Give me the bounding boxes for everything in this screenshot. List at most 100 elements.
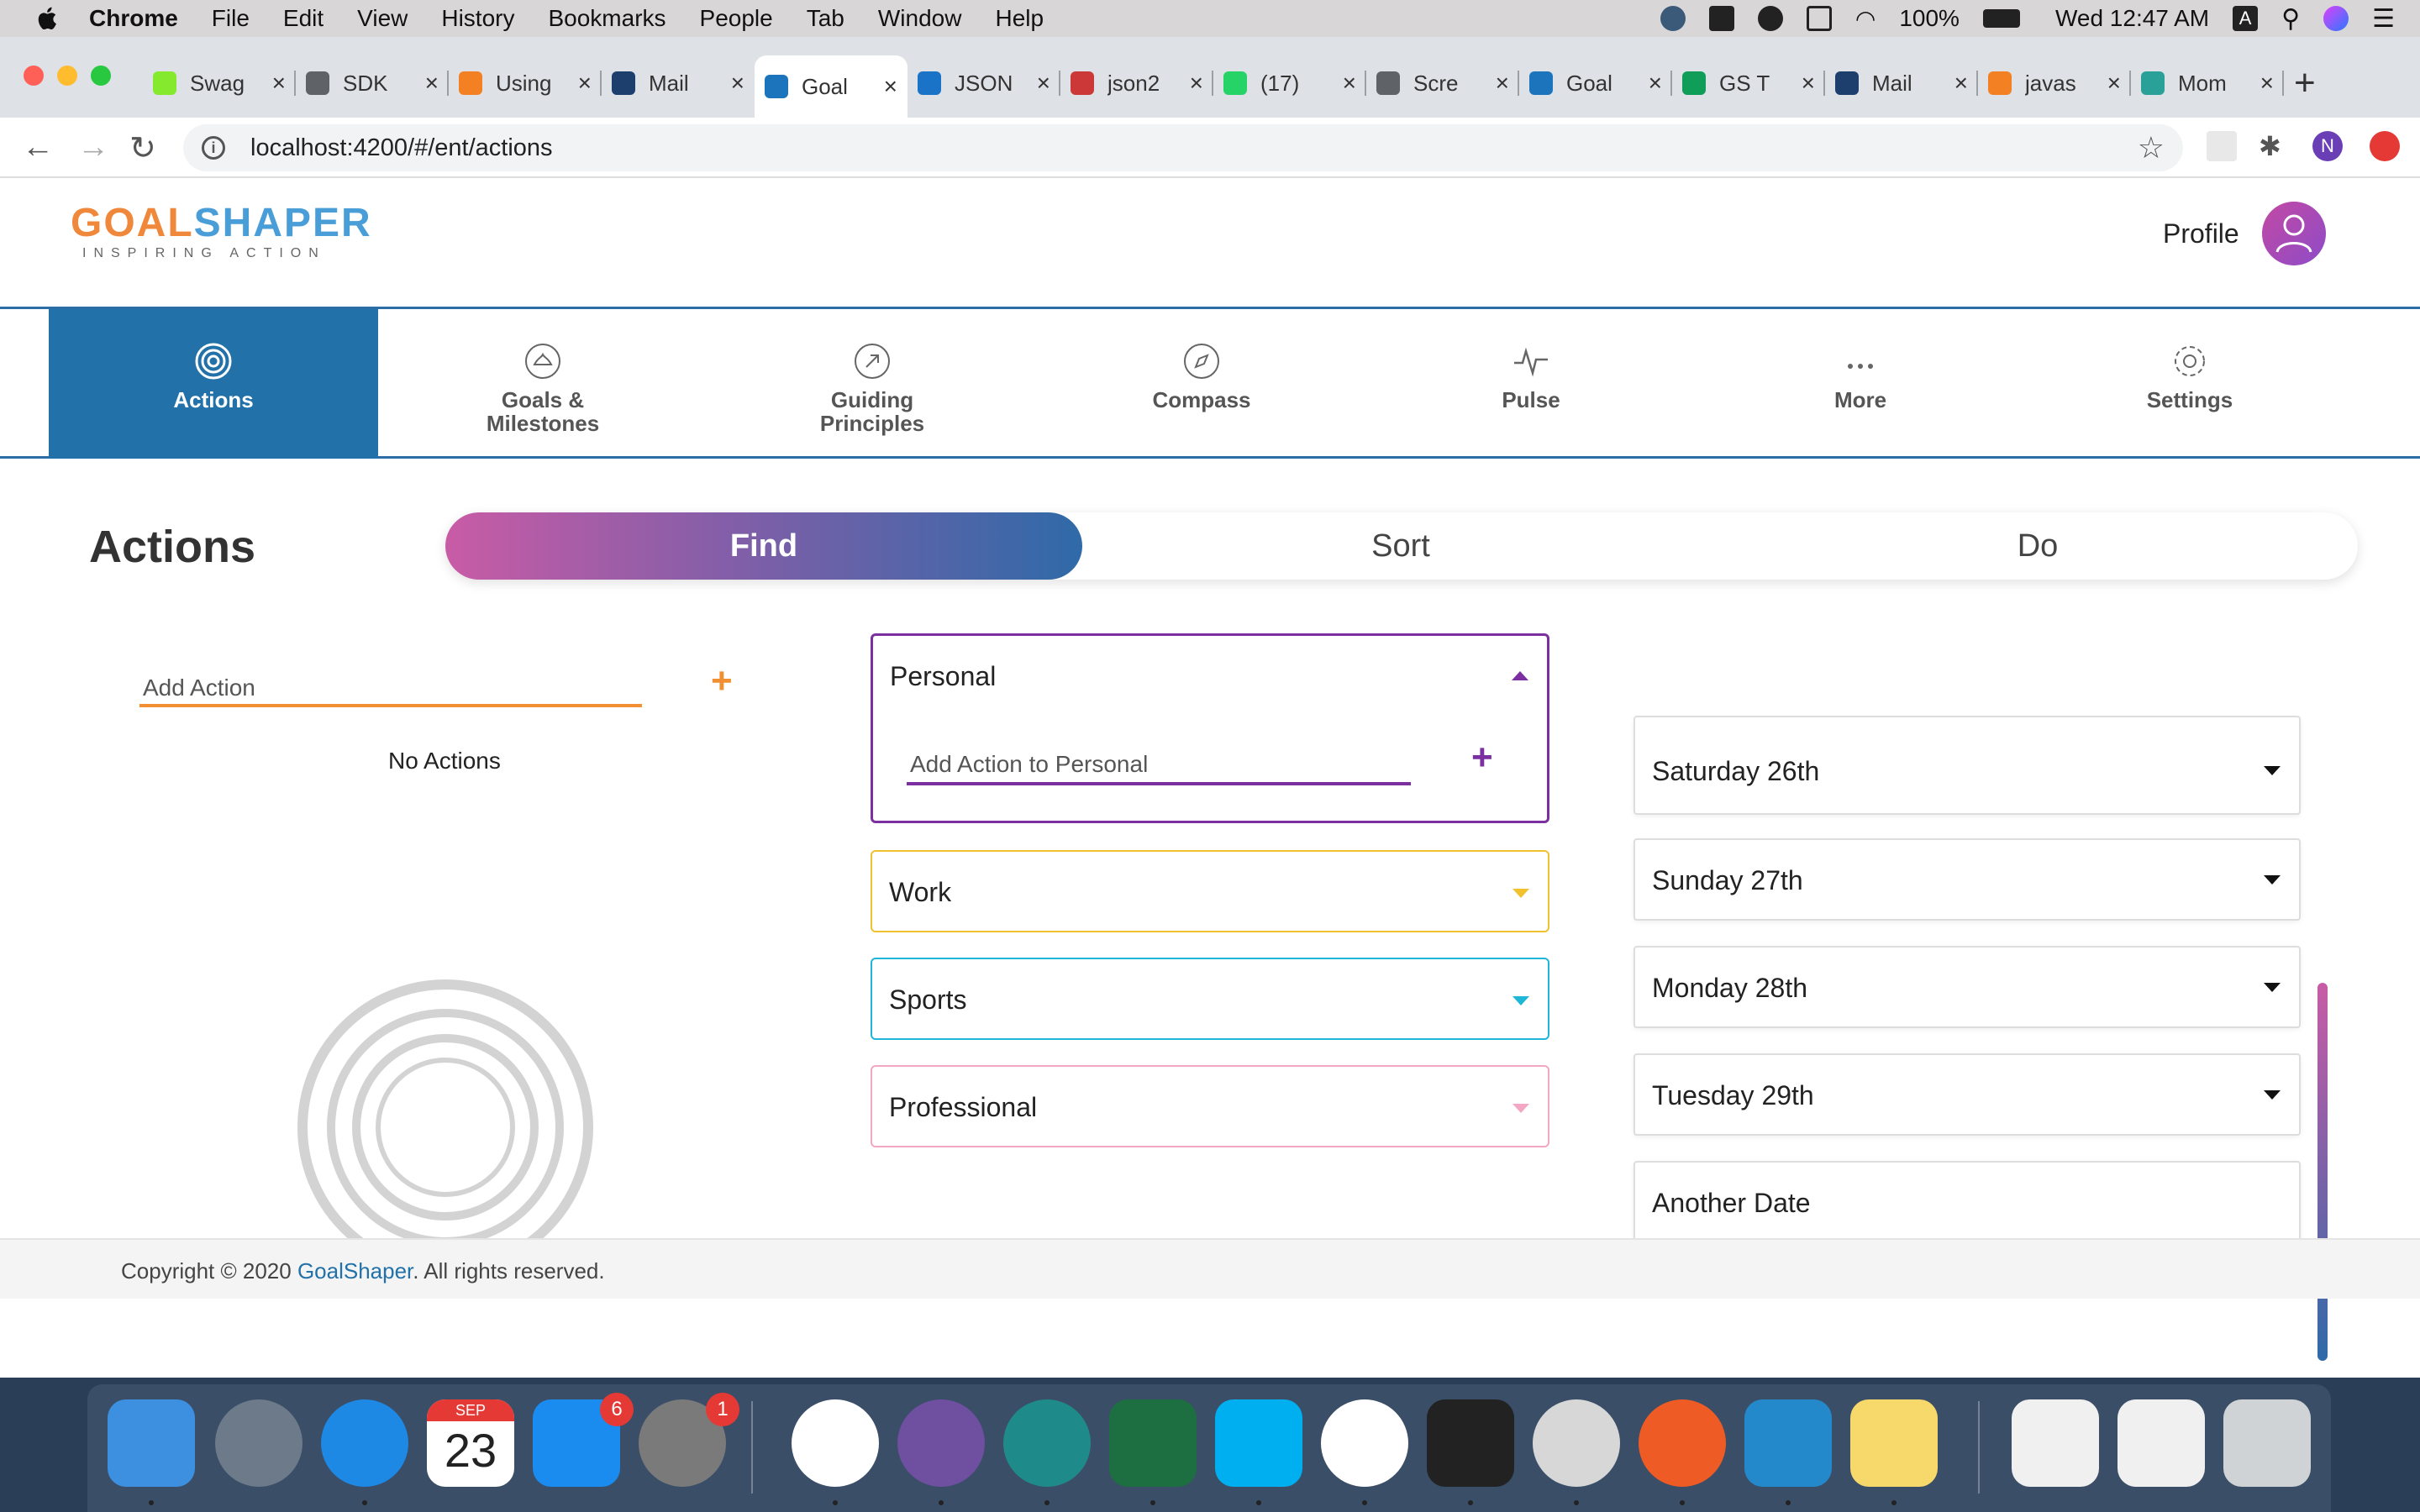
menu-app-name[interactable]: Chrome xyxy=(89,5,178,32)
nav-item-settings[interactable]: Settings xyxy=(2025,309,2354,459)
expand-caret-icon[interactable] xyxy=(2264,1090,2281,1100)
browser-tab[interactable]: JSON × xyxy=(908,55,1060,111)
close-window-button[interactable] xyxy=(24,66,44,86)
dock-launchpad-icon[interactable] xyxy=(215,1399,302,1487)
new-tab-button[interactable]: + xyxy=(2294,62,2316,104)
dock-safari-icon[interactable] xyxy=(321,1399,408,1487)
notification-center-icon[interactable]: ☰ xyxy=(2372,4,2395,34)
expand-caret-icon[interactable] xyxy=(2264,766,2281,775)
menu-edit[interactable]: Edit xyxy=(283,5,324,32)
close-tab-icon[interactable]: × xyxy=(884,73,897,100)
nav-item-compass[interactable]: Compass xyxy=(1037,309,1366,459)
menu-window[interactable]: Window xyxy=(878,5,962,32)
goalshaper-logo[interactable]: GOALSHAPER INSPIRING ACTION xyxy=(71,200,372,261)
dock-chrome-icon[interactable] xyxy=(1321,1399,1408,1487)
browser-tab[interactable]: json2 × xyxy=(1060,55,1213,111)
close-tab-icon[interactable]: × xyxy=(272,70,286,97)
spotlight-search-icon[interactable]: ⚲ xyxy=(2281,4,2300,34)
date-list-scrollbar[interactable] xyxy=(2317,983,2328,1361)
dock-vs-code-icon[interactable] xyxy=(1744,1399,1832,1487)
date-card[interactable]: Monday 28th xyxy=(1634,946,2301,1028)
date-card[interactable]: Sunday 27th xyxy=(1634,838,2301,921)
close-tab-icon[interactable]: × xyxy=(2107,70,2121,97)
expand-caret-icon[interactable] xyxy=(2264,983,2281,992)
browser-tab[interactable]: Mom × xyxy=(2131,55,2284,111)
menu-view[interactable]: View xyxy=(357,5,408,32)
dock-pdf-icon[interactable] xyxy=(2012,1399,2099,1487)
expand-caret-icon[interactable] xyxy=(2264,875,2281,885)
close-tab-icon[interactable]: × xyxy=(1496,70,1509,97)
close-tab-icon[interactable]: × xyxy=(425,70,439,97)
dock-spreadsheet-icon[interactable] xyxy=(2118,1399,2205,1487)
menu-tab[interactable]: Tab xyxy=(807,5,844,32)
tab-do[interactable]: Do xyxy=(1719,512,2356,580)
browser-tab[interactable]: SDK × xyxy=(296,55,449,111)
browser-tab[interactable]: Goal × xyxy=(755,55,908,118)
menu-people[interactable]: People xyxy=(700,5,773,32)
browser-tab[interactable]: (17) × xyxy=(1213,55,1366,111)
browser-tab[interactable]: GS T × xyxy=(1672,55,1825,111)
dock-calendar-icon[interactable]: SEP 23 xyxy=(427,1399,514,1487)
zoom-window-button[interactable] xyxy=(91,66,111,86)
airplay-icon[interactable] xyxy=(1806,6,1832,31)
goalshaper-link[interactable]: GoalShaper xyxy=(297,1258,413,1284)
dock-terminal-icon[interactable] xyxy=(1427,1399,1514,1487)
browser-tab[interactable]: Mail × xyxy=(1825,55,1978,111)
menu-file[interactable]: File xyxy=(212,5,250,32)
dock-postman-icon[interactable] xyxy=(1639,1399,1726,1487)
date-card[interactable]: Saturday 26th xyxy=(1634,716,2301,815)
browser-tab[interactable]: Mail × xyxy=(602,55,755,111)
close-tab-icon[interactable]: × xyxy=(1649,70,1662,97)
dock-github-desktop-icon[interactable] xyxy=(897,1399,985,1487)
browser-tab[interactable]: Using × xyxy=(449,55,602,111)
dock-webex-icon[interactable] xyxy=(1003,1399,1091,1487)
checkmark-icon[interactable] xyxy=(1708,6,1734,31)
tab-find[interactable]: Find xyxy=(445,512,1082,580)
apple-menu-icon[interactable] xyxy=(34,4,62,33)
close-tab-icon[interactable]: × xyxy=(2260,70,2274,97)
close-tab-icon[interactable]: × xyxy=(1802,70,1815,97)
battery-icon[interactable] xyxy=(1982,9,2020,28)
dock-notes-icon[interactable] xyxy=(1850,1399,1938,1487)
nav-item-goals[interactable]: Goals & Milestones xyxy=(378,309,708,459)
extension-icon[interactable] xyxy=(2207,131,2237,161)
profile-avatar[interactable] xyxy=(2262,202,2326,265)
shazam-icon[interactable] xyxy=(1757,6,1783,31)
browser-tab[interactable]: Scre × xyxy=(1366,55,1519,111)
url-text[interactable]: localhost:4200/#/ent/actions xyxy=(250,134,553,162)
profile-link[interactable]: Profile xyxy=(2163,218,2239,249)
dock-skype-icon[interactable] xyxy=(1215,1399,1302,1487)
tab-sort[interactable]: Sort xyxy=(1082,512,1719,580)
dock-finder-icon[interactable] xyxy=(108,1399,195,1487)
reload-button[interactable]: ↻ xyxy=(129,129,156,167)
bookmark-star-icon[interactable]: ☆ xyxy=(2138,130,2165,165)
close-tab-icon[interactable]: × xyxy=(1343,70,1356,97)
update-icon[interactable] xyxy=(2370,131,2400,161)
minimize-window-button[interactable] xyxy=(57,66,77,86)
menu-bookmarks[interactable]: Bookmarks xyxy=(548,5,666,32)
siri-icon[interactable] xyxy=(2323,6,2349,31)
back-button[interactable]: ← xyxy=(22,129,54,165)
nav-item-more[interactable]: More xyxy=(1696,309,2025,459)
nav-item-actions[interactable]: Actions xyxy=(49,309,378,459)
dock-slack-icon[interactable] xyxy=(792,1399,879,1487)
dock-trash-icon[interactable] xyxy=(2223,1399,2311,1487)
address-bar[interactable]: i localhost:4200/#/ent/actions ☆ xyxy=(183,124,2183,171)
dock-cisco-anyconnect-icon[interactable] xyxy=(1533,1399,1620,1487)
nav-item-pulse[interactable]: Pulse xyxy=(1366,309,1696,459)
menu-help[interactable]: Help xyxy=(995,5,1044,32)
browser-tab[interactable]: Swag × xyxy=(143,55,296,111)
browser-tab[interactable]: Goal × xyxy=(1519,55,1672,111)
close-tab-icon[interactable]: × xyxy=(1190,70,1203,97)
nav-item-guiding[interactable]: Guiding Principles xyxy=(708,309,1037,459)
forward-button[interactable]: → xyxy=(77,129,109,165)
clock[interactable]: Wed 12:47 AM xyxy=(2055,5,2209,32)
browser-profile-avatar[interactable]: N xyxy=(2312,131,2343,161)
close-tab-icon[interactable]: × xyxy=(1954,70,1968,97)
close-tab-icon[interactable]: × xyxy=(578,70,592,97)
browser-tab[interactable]: javas × xyxy=(1978,55,2131,111)
menu-history[interactable]: History xyxy=(441,5,514,32)
dock-excel-icon[interactable] xyxy=(1109,1399,1197,1487)
input-source-icon[interactable]: A xyxy=(2233,6,2259,31)
extensions-puzzle-icon[interactable]: ✱ xyxy=(2259,131,2289,161)
